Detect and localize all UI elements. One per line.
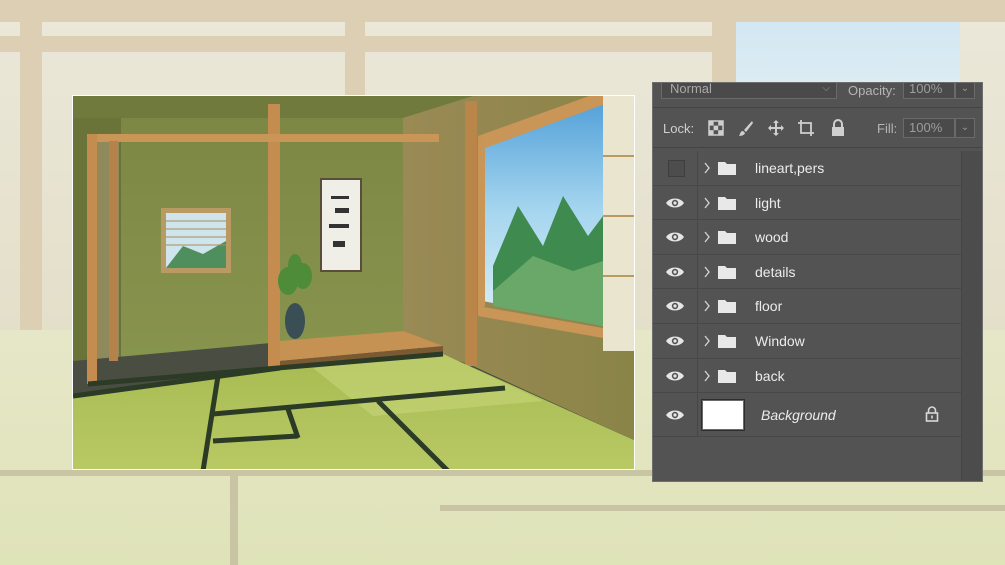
folder-icon — [718, 334, 736, 348]
room-illustration — [72, 95, 635, 470]
divider — [653, 147, 982, 148]
blend-row: Normal ⌵ Opacity: 100% ⌄ — [653, 83, 982, 101]
folder-icon — [718, 162, 736, 175]
layer-name[interactable]: light — [755, 195, 781, 211]
chevron-right-icon[interactable] — [703, 231, 711, 243]
lock-all-icon[interactable] — [829, 119, 847, 137]
folder-icon — [718, 369, 736, 383]
bg-beam-lintel — [0, 36, 730, 52]
layer-name[interactable]: Window — [755, 333, 805, 349]
bg-tatami-edge — [230, 476, 238, 565]
folder-icon — [718, 196, 736, 210]
bg-beam-top — [0, 0, 1005, 22]
fill-dropdown-icon[interactable]: ⌄ — [955, 118, 975, 138]
bg-tatami-edge — [440, 505, 1005, 511]
layers-panel: Normal ⌵ Opacity: 100% ⌄ Lock: Fill: 100… — [652, 82, 983, 482]
layer-row[interactable]: details — [653, 254, 961, 290]
lock-position-move-icon[interactable] — [767, 119, 785, 137]
layer-row[interactable]: Window — [653, 323, 961, 359]
folder-icon — [718, 265, 736, 279]
layer-name[interactable]: details — [755, 264, 795, 280]
layer-row[interactable]: wood — [653, 220, 961, 255]
lock-icon[interactable] — [925, 406, 939, 422]
lock-image-pixels-brush-icon[interactable] — [737, 119, 755, 137]
opacity-dropdown-icon[interactable]: ⌄ — [955, 83, 975, 99]
layers-scrollbar[interactable] — [961, 151, 982, 481]
layer-row[interactable]: lineart,pers — [653, 151, 961, 186]
lock-label: Lock: — [663, 121, 695, 136]
layer-name[interactable]: floor — [755, 298, 782, 314]
layer-row[interactable]: floor — [653, 289, 961, 324]
lock-artboard-crop-icon[interactable] — [797, 119, 815, 137]
layer-name[interactable]: back — [755, 368, 785, 384]
fill-input[interactable]: 100% — [903, 118, 955, 138]
lock-transparent-pixels-icon[interactable] — [707, 119, 725, 137]
chevron-right-icon[interactable] — [703, 197, 711, 209]
background-layer-row[interactable]: Background — [653, 393, 961, 438]
layers-list: lineart,pers light wood details floor Wi… — [653, 151, 961, 438]
bg-post-right — [712, 0, 736, 82]
chevron-right-icon[interactable] — [703, 300, 711, 312]
layer-row[interactable]: light — [653, 185, 961, 221]
eye-icon[interactable] — [665, 333, 685, 349]
eye-icon[interactable] — [665, 195, 685, 211]
layer-row[interactable]: back — [653, 358, 961, 394]
layer-name[interactable]: Background — [761, 407, 836, 423]
eye-icon[interactable] — [665, 407, 685, 423]
opacity-label: Opacity: — [848, 83, 896, 98]
layer-name[interactable]: lineart,pers — [755, 160, 824, 176]
opacity-input[interactable]: 100% — [903, 83, 955, 99]
blend-mode-value: Normal — [670, 82, 712, 96]
blend-mode-select[interactable]: Normal ⌵ — [661, 82, 837, 99]
chevron-right-icon[interactable] — [703, 162, 711, 174]
divider — [653, 107, 982, 108]
chevron-right-icon[interactable] — [703, 266, 711, 278]
chevron-right-icon[interactable] — [703, 370, 711, 382]
eye-icon[interactable] — [665, 229, 685, 245]
folder-icon — [718, 231, 736, 245]
layer-thumbnail[interactable] — [701, 399, 745, 432]
visibility-toggle-off[interactable] — [668, 160, 685, 177]
layer-name[interactable]: wood — [755, 229, 788, 245]
eye-icon[interactable] — [665, 368, 685, 384]
eye-icon[interactable] — [665, 298, 685, 314]
folder-icon — [718, 300, 736, 314]
room-illustration-svg — [73, 96, 634, 469]
fill-label: Fill: — [877, 121, 898, 136]
lock-row: Lock: Fill: 100% ⌄ — [653, 111, 982, 145]
bg-post-mid — [345, 0, 365, 95]
chevron-down-icon: ⌵ — [822, 83, 830, 94]
eye-icon[interactable] — [665, 264, 685, 280]
chevron-right-icon[interactable] — [703, 335, 711, 347]
